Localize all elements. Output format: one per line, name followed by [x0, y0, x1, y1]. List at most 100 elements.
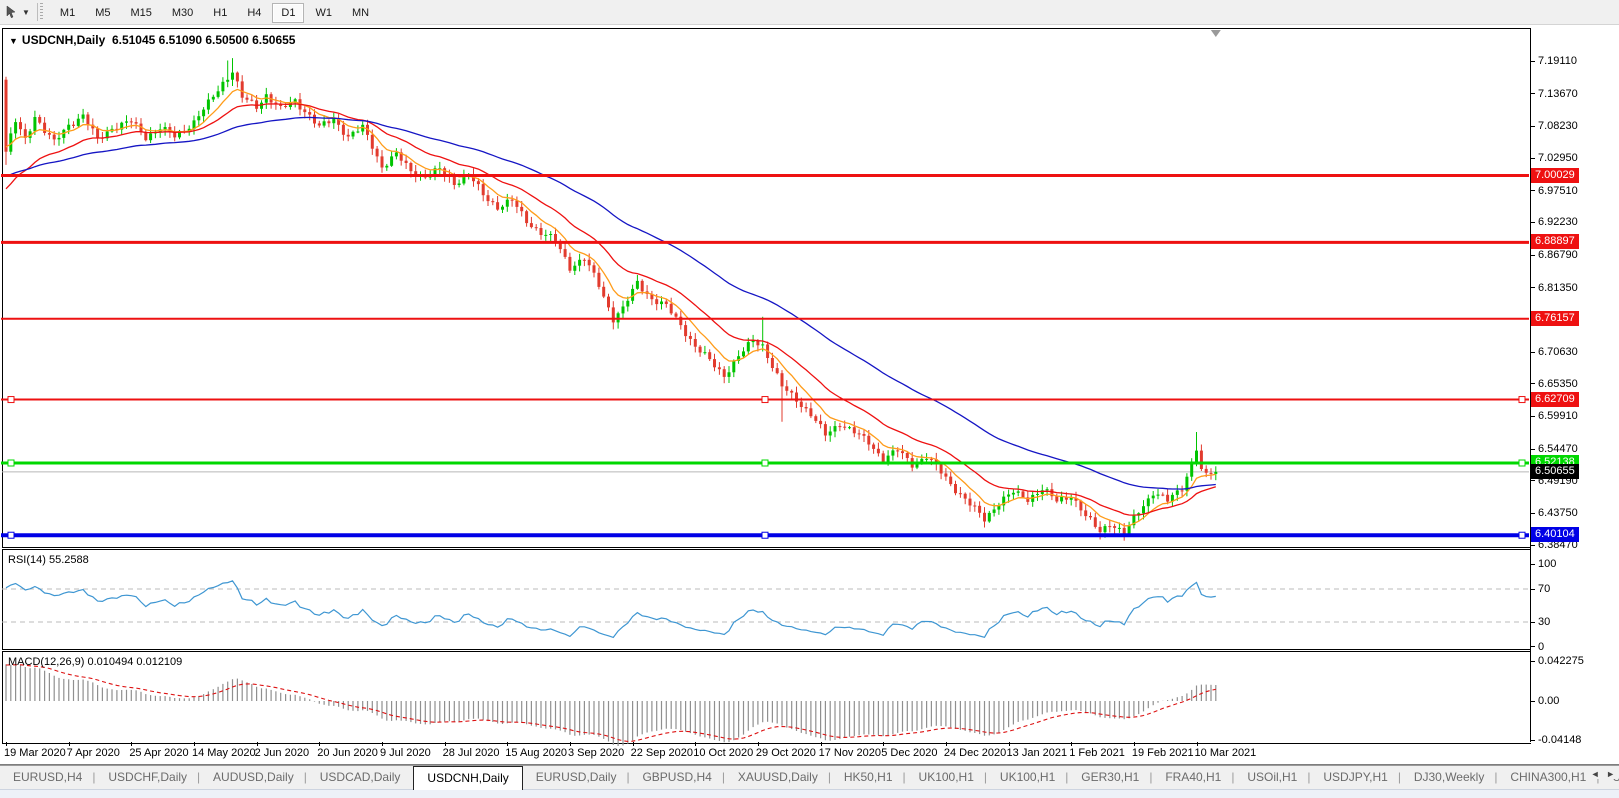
rsi-tick-mark	[1530, 563, 1535, 565]
chart-tab-usdjpy-h1[interactable]: USDJPY,H1	[1307, 766, 1400, 790]
timeframe-button-H4[interactable]: H4	[238, 3, 270, 23]
date-tick-mark	[757, 742, 759, 746]
hline-price-tag[interactable]: 6.88897	[1531, 234, 1579, 250]
chart-tab-usdcnh-daily[interactable]: USDCNH,Daily	[413, 766, 523, 790]
date-tick-mark	[945, 742, 947, 746]
date-tick-mark	[319, 742, 321, 746]
date-tick-mark	[68, 742, 70, 746]
timeframe-button-M15[interactable]: M15	[121, 3, 160, 23]
price-tick-mark	[1530, 254, 1535, 256]
price-tick-label: 6.43750	[1538, 507, 1578, 520]
rsi-tick-mark	[1530, 621, 1535, 623]
chart-tab-eurusd-h4[interactable]: EURUSD,H4	[0, 766, 95, 790]
chart-ohlc-values: 6.51045 6.51090 6.50500 6.50655	[111, 33, 296, 47]
price-tick-label: 6.81350	[1538, 281, 1578, 294]
macd-tick-mark	[1530, 739, 1535, 741]
price-tick-label: 7.02950	[1538, 152, 1578, 164]
timeframe-button-MN[interactable]: MN	[343, 3, 378, 23]
macd-tick-mark	[1530, 660, 1535, 662]
price-tick-label: 7.08230	[1538, 120, 1578, 133]
rsi-tick-label: 0	[1538, 640, 1545, 653]
chart-tab-dj30-weekly[interactable]: DJ30,Weekly	[1398, 766, 1497, 790]
hline-price-tag[interactable]: 6.40104	[1531, 527, 1579, 543]
timeframe-button-M5[interactable]: M5	[86, 3, 119, 23]
date-tick-mark	[569, 742, 571, 746]
hline-price-tag[interactable]: 6.62709	[1531, 391, 1579, 407]
chart-tab-gbpusd-h4[interactable]: GBPUSD,H4	[626, 766, 724, 790]
price-tick-label: 6.59910	[1538, 410, 1578, 423]
tool-dropdown-caret-icon[interactable]: ▼	[22, 8, 30, 17]
price-tick-mark	[1530, 93, 1535, 95]
date-tick-label: 24 Dec 2020	[943, 747, 1007, 759]
candlestick-plot[interactable]	[0, 28, 1619, 546]
timeframe-button-W1[interactable]: W1	[306, 3, 341, 23]
date-tick-label: 20 Jun 2020	[317, 747, 378, 759]
current-price-tag: 6.50655	[1531, 463, 1579, 479]
price-tick-label: 6.86790	[1538, 249, 1578, 261]
chart-tab-eurusd-daily[interactable]: EURUSD,Daily	[520, 766, 630, 790]
date-tick-label: 15 Aug 2020	[505, 747, 568, 759]
tab-scroll-arrows[interactable]: ◄ ►	[1586, 769, 1617, 779]
date-tick-mark	[1008, 742, 1010, 746]
price-tick-mark	[1530, 383, 1535, 385]
timeframe-button-M30[interactable]: M30	[163, 3, 202, 23]
chart-tab-usdchf-daily[interactable]: USDCHF,Daily	[92, 766, 200, 790]
date-tick-label: 9 Jul 2020	[379, 747, 431, 759]
date-tick-label: 1 Feb 2021	[1069, 747, 1125, 759]
chart-tab-audusd-daily[interactable]: AUDUSD,Daily	[197, 766, 307, 790]
hline-price-tag[interactable]: 6.76157	[1531, 310, 1579, 326]
rsi-tick-label: 100	[1538, 558, 1557, 571]
chart-tab-ger30-h1[interactable]: GER30,H1	[1065, 766, 1152, 790]
rsi-tick-mark	[1530, 588, 1535, 590]
rsi-tick-label: 70	[1538, 583, 1551, 595]
rsi-label: RSI(14) 55.2588	[8, 554, 89, 566]
chart-tab-bar: EURUSD,H4USDCHF,DailyAUDUSD,DailyUSDCAD,…	[0, 765, 1619, 790]
date-tick-mark	[381, 742, 383, 746]
timeframe-button-D1[interactable]: D1	[272, 3, 305, 23]
date-tick-mark	[444, 742, 446, 746]
date-tick-mark	[256, 742, 258, 746]
price-tick-mark	[1530, 60, 1535, 62]
date-tick-mark	[820, 742, 822, 746]
rsi-plot[interactable]	[0, 549, 1619, 648]
price-tick-mark	[1530, 287, 1535, 289]
chart-tab-xauusd-daily[interactable]: XAUUSD,Daily	[722, 766, 831, 790]
chart-tab-usoil-h1[interactable]: USOil,H1	[1231, 766, 1310, 790]
macd-tick-label: -0.04148	[1538, 734, 1582, 747]
price-tick-mark	[1530, 544, 1535, 546]
price-tick-label: 6.65350	[1538, 377, 1578, 390]
date-tick-mark	[1133, 742, 1135, 746]
price-tick-mark	[1530, 221, 1535, 223]
chart-tab-uk100-h1[interactable]: UK100,H1	[984, 766, 1068, 790]
macd-tick-mark	[1530, 700, 1535, 702]
chart-tab-fra40-h1[interactable]: FRA40,H1	[1149, 766, 1234, 790]
date-tick-mark	[1071, 742, 1073, 746]
date-tick-label: 3 Sep 2020	[567, 747, 625, 759]
chart-collapse-icon[interactable]: ▼	[9, 36, 18, 46]
date-tick-label: 10 Mar 2021	[1194, 747, 1257, 759]
macd-tick-label: 0.042275	[1538, 655, 1584, 668]
chart-symbol-period: USDCNH,Daily	[21, 33, 106, 47]
price-tick-label: 7.19110	[1538, 55, 1577, 67]
timeframe-button-H1[interactable]: H1	[204, 3, 236, 23]
price-tick-label: 6.92230	[1538, 216, 1578, 229]
date-tick-label: 5 Dec 2020	[881, 747, 938, 759]
hline-price-tag[interactable]: 7.00029	[1531, 167, 1579, 183]
date-tick-label: 10 Oct 2020	[693, 747, 754, 759]
chart-tab-china300-h1[interactable]: CHINA300,H1	[1494, 766, 1599, 790]
date-tick-label: 22 Sep 2020	[630, 747, 693, 759]
date-tick-mark	[695, 742, 697, 746]
date-tick-label: 17 Nov 2020	[818, 747, 881, 759]
macd-plot[interactable]	[0, 651, 1619, 746]
price-tick-label: 7.13670	[1538, 87, 1578, 100]
chart-tab-usdcad-daily[interactable]: USDCAD,Daily	[304, 766, 414, 790]
date-tick-mark	[632, 742, 634, 746]
timeframe-button-M1[interactable]: M1	[51, 3, 84, 23]
toolbar-grip-handle[interactable]	[36, 3, 44, 21]
chart-tab-hk50-h1[interactable]: HK50,H1	[828, 766, 906, 790]
timeframe-toolbar: ▼ M1 M5 M15 M30 H1 H4 D1 W1 MN	[0, 0, 1619, 25]
date-tick-mark	[1196, 742, 1198, 746]
chart-title: ▼ USDCNH,Daily 6.51045 6.51090 6.50500 6.…	[9, 33, 295, 47]
chart-tab-uk100-h1[interactable]: UK100,H1	[903, 766, 987, 790]
cursor-tool-icon[interactable]	[2, 3, 22, 21]
